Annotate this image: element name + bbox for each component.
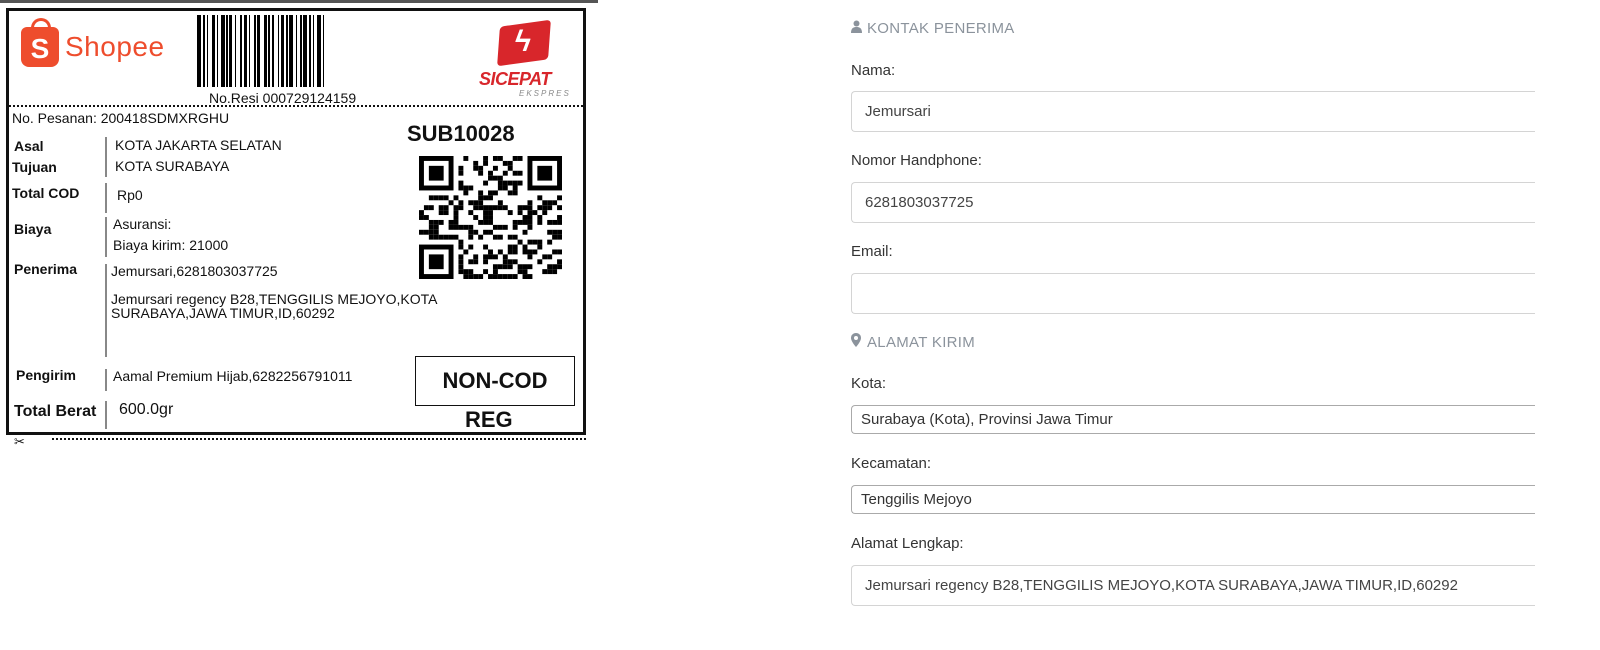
- cut-line: [52, 438, 586, 440]
- biaya-kirim: Biaya kirim: 21000: [113, 237, 229, 253]
- divider-line: [105, 217, 107, 257]
- top-border-line: [0, 0, 598, 3]
- shopee-bag-icon: S: [21, 18, 59, 67]
- shipping-label: S Shopee No.Resi 000729124159 ϟ SICEPAT …: [6, 8, 586, 435]
- section-address-label: ALAMAT KIRIM: [867, 334, 976, 351]
- map-marker-icon: [851, 333, 863, 350]
- shopee-logo-text: Shopee: [65, 31, 165, 62]
- nama-input[interactable]: Jemursari: [851, 91, 1535, 132]
- service-type: REG: [465, 407, 513, 432]
- penerima-label: Penerima: [14, 261, 78, 277]
- divider-line: [105, 401, 107, 429]
- email-input[interactable]: [851, 273, 1535, 314]
- sicepat-logo: ϟ SICEPAT EKSPRES: [479, 19, 569, 99]
- section-contact-title: KONTAK PENERIMA: [851, 20, 1015, 37]
- divider-line: [105, 183, 107, 213]
- alamat-input[interactable]: Jemursari regency B28,TENGGILIS MEJOYO,K…: [851, 565, 1535, 606]
- alamat-label: Alamat Lengkap:: [851, 535, 964, 552]
- pengirim-value: Aamal Premium Hijab,6282256791011: [113, 368, 353, 384]
- sorting-code: SUB10028: [407, 121, 515, 146]
- divider-line: [105, 369, 107, 391]
- kecamatan-select[interactable]: Tenggilis Mejoyo: [851, 485, 1535, 514]
- order-number: No. Pesanan: 200418SDMXRGHU: [12, 110, 230, 126]
- cod-value: Rp0: [117, 187, 143, 203]
- divider-line: [105, 137, 107, 177]
- courier-name: SICEPAT: [479, 69, 551, 89]
- shopee-logo: S Shopee: [21, 18, 165, 67]
- courier-sub: EKSPRES: [519, 89, 571, 98]
- nama-label: Nama:: [851, 62, 896, 79]
- tujuan-label: Tujuan: [12, 159, 57, 175]
- kecamatan-label: Kecamatan:: [851, 455, 932, 472]
- lightning-icon: ϟ: [515, 25, 531, 58]
- label-divider: [9, 105, 583, 107]
- asuransi: Asuransi:: [113, 216, 172, 232]
- section-contact-label: KONTAK PENERIMA: [867, 20, 1015, 37]
- penerima-name: Jemursari,6281803037725: [111, 263, 278, 279]
- divider-line: [105, 264, 107, 357]
- email-label: Email:: [851, 243, 893, 260]
- penerima-address-line2: SURABAYA,JAWA TIMUR,ID,60292: [111, 305, 335, 321]
- user-icon: [851, 20, 863, 36]
- hp-input[interactable]: 6281803037725: [851, 182, 1535, 223]
- cod-label: Total COD: [12, 185, 80, 201]
- kota-select[interactable]: Surabaya (Kota), Provinsi Jawa Timur: [851, 405, 1535, 434]
- asal-value: KOTA JAKARTA SELATAN: [115, 137, 282, 153]
- resi-number: No.Resi 000729124159: [209, 90, 357, 106]
- pengirim-label: Pengirim: [16, 367, 76, 383]
- section-address-title: ALAMAT KIRIM: [851, 333, 975, 351]
- scissors-icon: ✂: [14, 434, 25, 449]
- berat-value: 600.0gr: [119, 401, 174, 418]
- asal-label: Asal: [14, 138, 44, 154]
- biaya-label: Biaya: [14, 221, 52, 237]
- hp-label: Nomor Handphone:: [851, 152, 982, 169]
- resi-barcode: [197, 15, 435, 87]
- qr-code: [419, 156, 562, 279]
- tujuan-value: KOTA SURABAYA: [115, 158, 230, 174]
- kota-label: Kota:: [851, 375, 887, 392]
- berat-label: Total Berat: [14, 403, 97, 420]
- payment-type-box: NON-COD: [415, 356, 575, 406]
